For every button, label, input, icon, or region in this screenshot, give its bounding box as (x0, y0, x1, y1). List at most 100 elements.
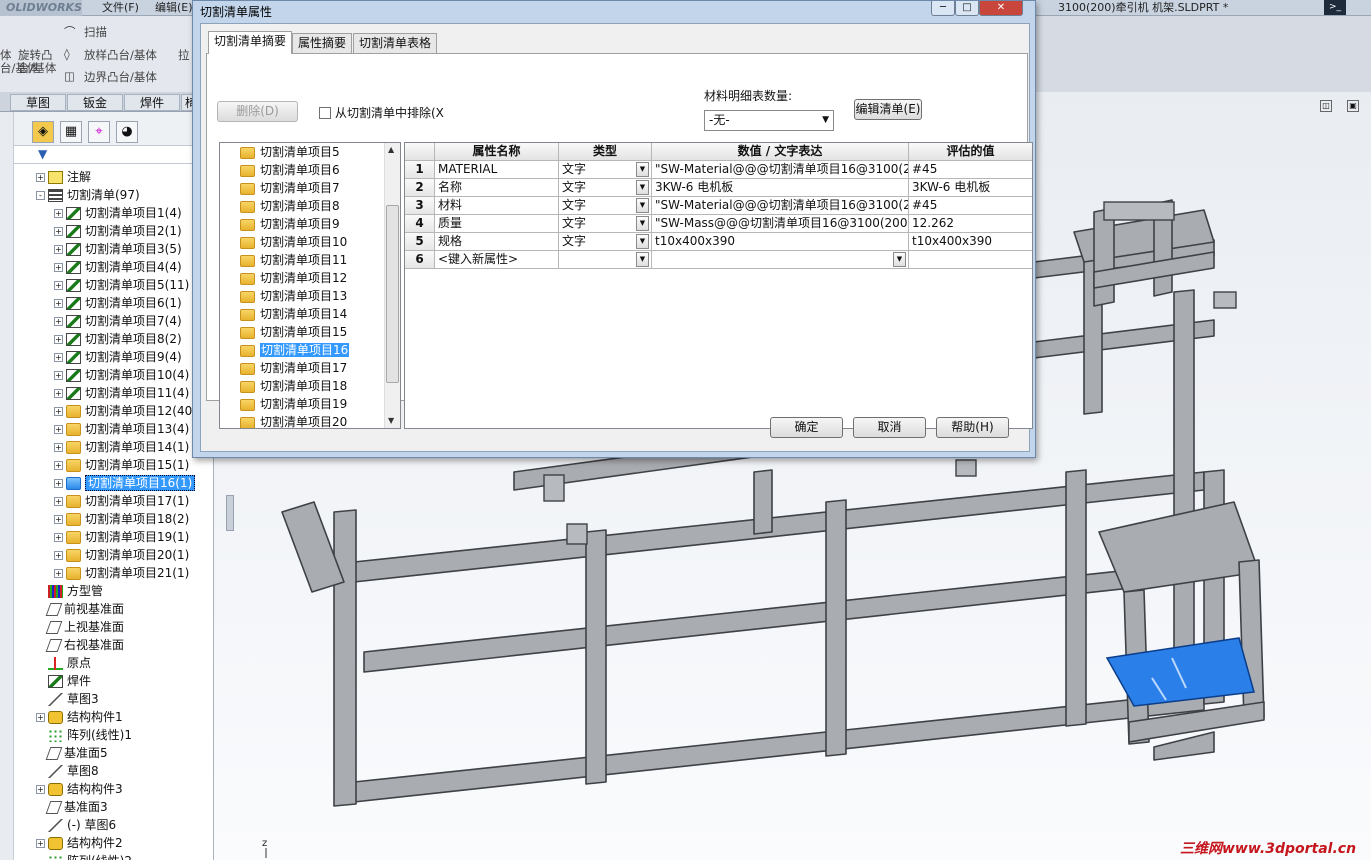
terminal-icon[interactable]: >_ (1324, 0, 1346, 15)
tree-node[interactable]: + 切割清单项目7(4) (54, 312, 182, 330)
expand-toggle-icon[interactable]: + (36, 713, 45, 722)
ribbon-boundary[interactable]: 边界凸台/基体 (84, 69, 157, 85)
tree-node[interactable]: + 结构构件3 (36, 780, 123, 798)
tree-node[interactable]: + 切割清单项目18(2) (54, 510, 189, 528)
property-type-cell[interactable]: 文字 ▼ (559, 215, 652, 233)
feature-tree-tab-icon[interactable]: ◈ (32, 121, 54, 143)
cutlist-list-item[interactable]: 切割清单项目17 (240, 359, 347, 377)
grid-header[interactable]: 属性名称 (435, 143, 559, 161)
ribbon-loft[interactable]: 放样凸台/基体 (84, 47, 157, 63)
edit-list-button[interactable]: 编辑清单(E) (854, 99, 922, 120)
row-number[interactable]: 1 (405, 161, 435, 179)
cutlist-list-item[interactable]: 切割清单项目18 (240, 377, 347, 395)
expand-toggle-icon[interactable]: + (54, 371, 63, 380)
property-name-cell[interactable]: 材料 (435, 197, 559, 215)
expand-toggle-icon[interactable]: + (54, 389, 63, 398)
close-button[interactable]: ✕ (979, 1, 1023, 16)
filter-icon[interactable]: ▼ (38, 147, 47, 161)
expand-toggle-icon[interactable]: + (54, 551, 63, 560)
property-type-cell[interactable]: 文字 ▼ (559, 161, 652, 179)
expand-toggle-icon[interactable]: + (36, 785, 45, 794)
delete-button[interactable]: 删除(D) (217, 101, 298, 122)
cutlist-list-item[interactable]: 切割清单项目16 (240, 341, 350, 359)
tree-node[interactable]: + 切割清单项目5(11) (54, 276, 189, 294)
expand-toggle-icon[interactable]: + (54, 479, 63, 488)
property-name-cell[interactable]: MATERIAL (435, 161, 559, 179)
bom-quantity-select[interactable]: -无- ▼ (704, 110, 834, 131)
chevron-down-icon[interactable]: ▼ (893, 252, 906, 267)
tree-node[interactable]: + 切割清单项目20(1) (54, 546, 189, 564)
cutlist-list-item[interactable]: 切割清单项目14 (240, 305, 347, 323)
expand-toggle-icon[interactable]: + (54, 209, 63, 218)
tree-node[interactable]: + 切割清单项目11(4) (54, 384, 189, 402)
row-number[interactable]: 2 (405, 179, 435, 197)
chevron-down-icon[interactable]: ▼ (636, 234, 649, 249)
listbox-scrollbar[interactable]: ▲ ▼ (384, 143, 400, 428)
chevron-down-icon[interactable]: ▼ (636, 198, 649, 213)
help-button[interactable]: 帮助(H) (936, 417, 1009, 438)
ok-button[interactable]: 确定 (770, 417, 843, 438)
tree-node[interactable]: + 切割清单项目10(4) (54, 366, 189, 384)
chevron-down-icon[interactable]: ▼ (636, 162, 649, 177)
scroll-up-icon[interactable]: ▲ (388, 145, 394, 154)
tree-node[interactable]: + 切割清单项目19(1) (54, 528, 189, 546)
tree-node[interactable]: + 切割清单项目8(2) (54, 330, 182, 348)
tab-weldments[interactable]: 焊件 (124, 94, 180, 111)
expand-toggle-icon[interactable]: + (54, 227, 63, 236)
tree-node[interactable]: + 切割清单项目13(4) (54, 420, 189, 438)
tree-node[interactable]: 阵列(线性)1 (36, 726, 132, 744)
property-type-cell[interactable]: 文字 ▼ (559, 179, 652, 197)
ribbon-sweep[interactable]: 扫描 (84, 24, 107, 40)
tab-cutlist-table[interactable]: 切割清单表格 (353, 33, 438, 53)
cutlist-list-item[interactable]: 切割清单项目5 (240, 143, 340, 161)
cutlist-list-item[interactable]: 切割清单项目13 (240, 287, 347, 305)
ribbon-pull[interactable]: 拉 (178, 47, 190, 63)
tree-node[interactable]: + 切割清单项目16(1) (54, 474, 196, 492)
tree-node[interactable]: 方型管 (36, 582, 103, 600)
menu-edit[interactable]: 编辑(E) (155, 0, 193, 16)
tree-node[interactable]: (-) 草图6 (36, 816, 116, 834)
cutlist-list-item[interactable]: 切割清单项目8 (240, 197, 340, 215)
tree-node[interactable]: 草图3 (36, 690, 99, 708)
expand-toggle-icon[interactable]: + (54, 515, 63, 524)
expand-toggle-icon[interactable]: - (36, 191, 45, 200)
tree-node[interactable]: - 切割清单(97) (36, 186, 140, 204)
cutlist-list-item[interactable]: 切割清单项目12 (240, 269, 347, 287)
tree-node[interactable]: + 切割清单项目4(4) (54, 258, 182, 276)
row-number[interactable]: 3 (405, 197, 435, 215)
row-number[interactable]: 6 (405, 251, 435, 269)
chevron-down-icon[interactable]: ▼ (636, 216, 649, 231)
cutlist-list-item[interactable]: 切割清单项目20 (240, 413, 347, 428)
filter-bar[interactable]: ▼ (14, 146, 214, 164)
tree-node[interactable]: + 切割清单项目12(40 (54, 402, 192, 420)
expand-toggle-icon[interactable]: + (36, 839, 45, 848)
expand-toggle-icon[interactable]: + (54, 281, 63, 290)
cutlist-list-item[interactable]: 切割清单项目15 (240, 323, 347, 341)
property-name-cell[interactable]: 质量 (435, 215, 559, 233)
cutlist-list-item[interactable]: 切割清单项目10 (240, 233, 347, 251)
menu-file[interactable]: 文件(F) (102, 0, 139, 16)
cancel-button[interactable]: 取消 (853, 417, 926, 438)
tree-node[interactable]: 原点 (36, 654, 91, 672)
property-type-cell[interactable]: 文字 ▼ (559, 233, 652, 251)
expand-toggle-icon[interactable]: + (54, 317, 63, 326)
cutlist-list-item[interactable]: 切割清单项目11 (240, 251, 347, 269)
tree-node[interactable]: + 切割清单项目1(4) (54, 204, 182, 222)
maximize-button[interactable]: □ (955, 1, 979, 16)
expand-toggle-icon[interactable]: + (36, 173, 45, 182)
minimize-button[interactable]: ─ (931, 1, 955, 16)
scroll-thumb[interactable] (386, 205, 399, 383)
value-expression-cell[interactable]: "SW-Mass@@@切割清单项目16@3100(200) (652, 215, 909, 233)
tree-node[interactable]: 阵列(线性)2 (36, 852, 132, 860)
tree-node[interactable]: + 切割清单项目17(1) (54, 492, 189, 510)
expand-toggle-icon[interactable]: + (54, 263, 63, 272)
expand-toggle-icon[interactable]: + (54, 245, 63, 254)
appearance-tab-icon[interactable]: ◕ (116, 121, 138, 143)
exclude-checkbox-row[interactable]: 从切割清单中排除(X (319, 104, 444, 121)
property-type-cell[interactable]: 文字 ▼ (559, 197, 652, 215)
tree-node[interactable]: 焊件 (36, 672, 91, 690)
grid-header[interactable]: 类型 (559, 143, 652, 161)
property-name-cell[interactable]: 规格 (435, 233, 559, 251)
property-tab-icon[interactable]: ▦ (60, 121, 82, 143)
expand-toggle-icon[interactable]: + (54, 497, 63, 506)
